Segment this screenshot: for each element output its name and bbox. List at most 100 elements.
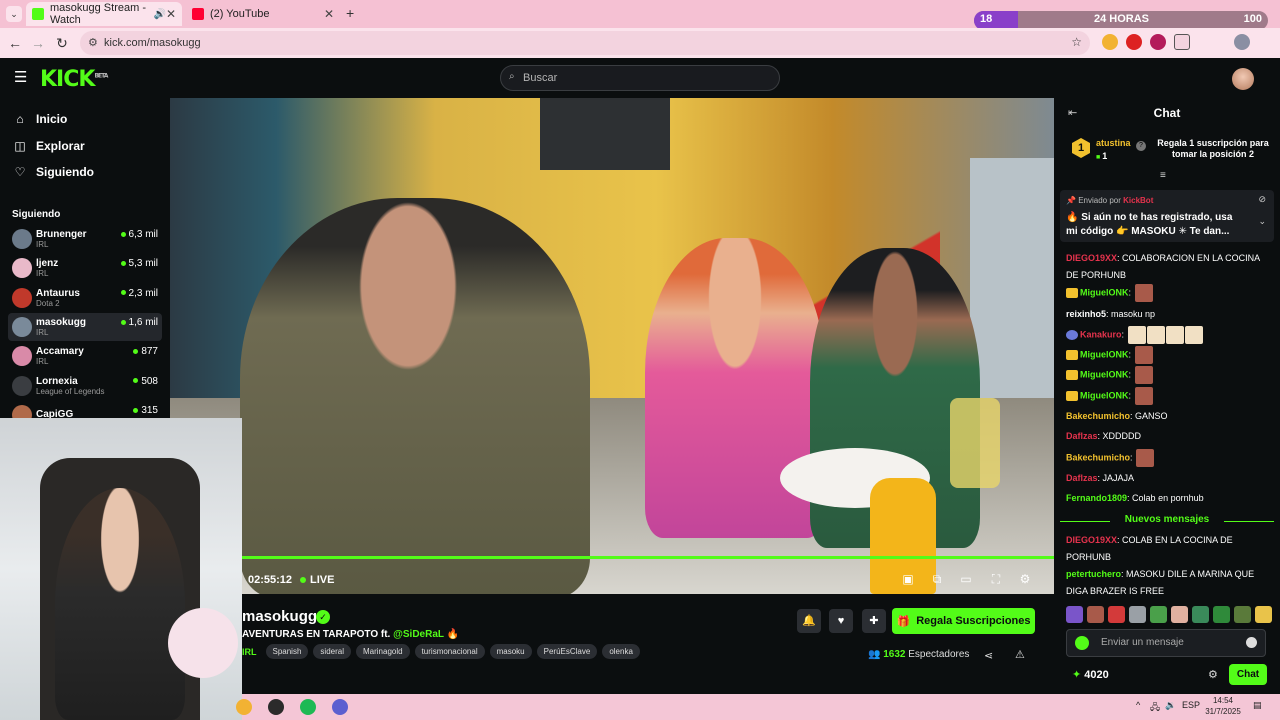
emote-icon[interactable] [1150,606,1167,623]
obs-taskbar-icon[interactable] [268,699,284,715]
sidebar-item-siguiendo[interactable]: ♡ Siguiendo [12,165,94,179]
emote-icon[interactable] [1129,606,1146,623]
hide-pinned-icon[interactable]: ⊘ [1258,194,1266,205]
tag[interactable]: Spanish [265,644,309,659]
clip-icon[interactable]: ⧉ [929,572,945,588]
emote-icon[interactable] [1255,606,1272,623]
tag[interactable]: Marinagold [356,644,410,659]
send-chat-button[interactable]: Chat [1229,664,1267,685]
chat-username[interactable]: MiguelONK [1080,369,1129,379]
tag[interactable]: PerúEsClave [536,644,598,659]
gift-leaderboard: 1 atustina 1 ? Regala 1 suscripción para… [1060,130,1274,166]
boost-icon[interactable]: ✚ [862,609,886,633]
tab-kick[interactable]: masokugg Stream - Watch 🔊 ✕ [26,2,182,26]
extension-icon-2[interactable] [1126,34,1142,50]
stream-title-mention[interactable]: @SiDeRaL [393,629,444,640]
menu-icon[interactable]: ☰ [14,68,27,86]
chat-username[interactable]: Kanakuro [1080,329,1122,339]
profile-avatar-icon[interactable] [1234,34,1250,50]
theater-mode-icon[interactable]: ▭ [958,572,974,588]
back-icon[interactable]: ← [4,35,26,51]
chat-username[interactable]: MiguelONK [1080,390,1129,400]
new-tab-button[interactable]: + [346,5,354,21]
chat-username[interactable]: Fernando1809 [1066,493,1127,503]
site-settings-icon[interactable]: ⚙ [88,36,98,49]
sidebar-item-accamary[interactable]: Accamary IRL 877 [8,342,162,370]
sidebar-item-masokugg[interactable]: masokugg IRL 1,6 mil [8,312,162,341]
chat-username[interactable]: petertuchero [1066,569,1121,579]
tag[interactable]: turismonacional [414,644,485,659]
follow-heart-icon[interactable]: ♥ [829,609,853,633]
user-avatar[interactable] [1232,68,1254,90]
emote-icon[interactable] [1213,606,1230,623]
expand-leaderboard-icon[interactable]: ≡ [1160,170,1166,181]
chat-username[interactable]: Daflzas [1066,473,1098,483]
channel-points[interactable]: 4020 [1072,668,1108,681]
kick-logo[interactable]: KICKBETA [40,67,108,92]
app-taskbar-icon[interactable] [332,699,348,715]
playback-progress-bar[interactable] [240,556,1054,559]
sidebar-item-lornexia[interactable]: Lornexia League of Legends 508 [8,372,162,400]
address-bar[interactable]: ⚙ kick.com/masokugg ☆ [80,31,1090,55]
miniplayer-icon[interactable]: ▣ [900,572,916,588]
category-link[interactable]: IRL [242,647,257,657]
bot-name[interactable]: KickBot [1123,196,1153,205]
streamer-name[interactable]: masokugg [242,608,317,625]
sidebar-item-brunenger[interactable]: Brunenger IRL 6,3 mil [8,225,162,253]
emote-icon[interactable] [1192,606,1209,623]
spotify-taskbar-icon[interactable] [300,699,316,715]
chrome-taskbar-icon[interactable] [236,699,252,715]
clock[interactable]: 14:54 31/7/2025 [1200,695,1246,717]
system-tray-chevron-icon[interactable]: ^ [1136,700,1140,710]
language-indicator[interactable]: ESP [1182,700,1200,710]
gift-subscriptions-button[interactable]: 🎁 Regala Suscripciones [892,608,1035,634]
chat-username[interactable]: Bakechumicho [1066,411,1130,421]
emote-icon[interactable] [1234,606,1251,623]
fullscreen-icon[interactable]: ⛶ [988,572,1004,588]
forward-icon[interactable]: → [27,35,49,51]
emote-icon[interactable] [1087,606,1104,623]
sidebar-item-explorar[interactable]: ◫ Explorar [12,139,84,153]
tag[interactable]: olenka [602,644,640,659]
chat-username[interactable]: reixinho5 [1066,309,1106,319]
chat-username[interactable]: Daflzas [1066,431,1098,441]
emote-icon[interactable] [1066,606,1083,623]
tag[interactable]: masoku [489,644,532,659]
share-icon[interactable]: ⋖ [984,649,993,662]
sidebar-item-ljenz[interactable]: ljenz IRL 5,3 mil [8,254,162,282]
gift-icon: 🎁 [896,615,911,628]
video-player[interactable] [170,98,1054,594]
report-icon[interactable]: ⚠ [1015,648,1025,661]
bookmark-star-icon[interactable]: ☆ [1071,35,1082,49]
chat-identity-icon[interactable] [1075,636,1089,650]
chat-username[interactable]: Bakechumicho [1066,452,1130,462]
sidebar-item-inicio[interactable]: ⌂ Inicio [12,112,67,126]
search-input[interactable]: ⌕ Buscar [500,65,780,91]
chat-username[interactable]: DIEGO19XX [1066,253,1117,263]
extension-icon-1[interactable] [1102,34,1118,50]
chevron-down-icon[interactable]: ⌄ [1258,216,1266,227]
extension-icon-3[interactable] [1150,34,1166,50]
sidebar-item-antaurus[interactable]: Antaurus Dota 2 2,3 mil [8,284,162,312]
emote-icon[interactable] [1171,606,1188,623]
gifter-name[interactable]: atustina [1096,138,1131,148]
notifications-bell-icon[interactable]: 🔔 [797,609,821,633]
chat-input[interactable]: Enviar un mensaje [1066,629,1266,657]
emote-icon[interactable] [1108,606,1125,623]
settings-gear-icon[interactable]: ⚙ [1017,572,1033,588]
reload-icon[interactable]: ↻ [51,35,73,52]
close-tab-icon[interactable]: ✕ [166,7,176,21]
close-tab-icon[interactable]: ✕ [324,7,334,21]
chat-username[interactable]: DIEGO19XX [1066,535,1117,545]
emote-picker-icon[interactable] [1246,637,1257,648]
volume-icon[interactable]: 🔉 [1165,700,1176,711]
tab-search-button[interactable]: ⌄ [6,6,22,22]
chat-username[interactable]: MiguelONK [1080,287,1129,297]
chat-username[interactable]: MiguelONK [1080,349,1129,359]
tab-youtube[interactable]: (2) YouTube ✕ [186,2,340,26]
puzzle-icon[interactable] [1174,34,1190,50]
notifications-icon[interactable]: ▤ [1253,700,1262,711]
chat-settings-icon[interactable]: ⚙ [1208,668,1218,681]
network-icon[interactable]: 🖧 [1150,700,1160,716]
tag[interactable]: sideral [313,644,351,659]
